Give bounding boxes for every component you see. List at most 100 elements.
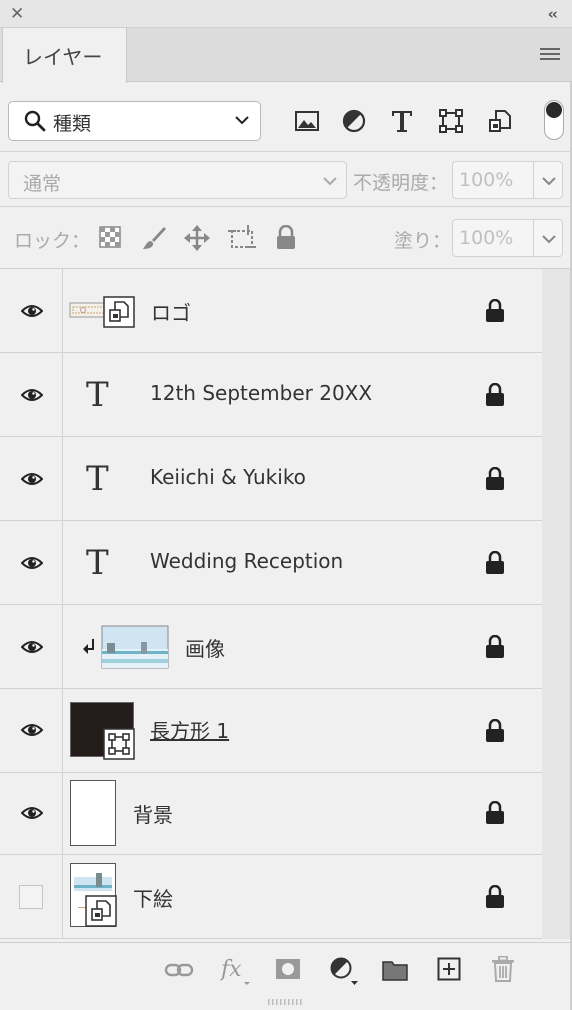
layer-name[interactable]: Wedding Reception bbox=[150, 549, 343, 573]
chevron-down-icon bbox=[542, 235, 556, 244]
adjustment-filter-icon[interactable] bbox=[341, 108, 367, 134]
layer-row[interactable]: T 12th September 20XX bbox=[0, 353, 542, 437]
chevron-down-icon bbox=[542, 177, 556, 186]
link-icon[interactable] bbox=[164, 960, 194, 980]
mask-icon[interactable] bbox=[275, 958, 301, 980]
blend-row: 通常 不透明度： 100% bbox=[0, 153, 572, 207]
lock-transparent-pixels-icon[interactable] bbox=[98, 225, 122, 249]
layer-name[interactable]: ロゴ bbox=[151, 297, 191, 326]
filter-kind-select[interactable]: 種類 bbox=[8, 101, 261, 141]
layer-name[interactable]: 長方形 1 bbox=[150, 715, 229, 744]
layer-name[interactable]: 背景 bbox=[133, 799, 173, 828]
visibility-toggle[interactable] bbox=[0, 687, 63, 772]
tab-layers[interactable]: レイヤー bbox=[2, 28, 127, 83]
smart-object-badge-icon bbox=[103, 296, 135, 328]
layer-name[interactable]: 下絵 bbox=[133, 883, 173, 912]
blend-mode-select[interactable]: 通常 bbox=[8, 161, 347, 199]
visibility-toggle[interactable] bbox=[0, 771, 63, 854]
lock-icon bbox=[486, 551, 504, 574]
fill-input[interactable]: 100% bbox=[452, 219, 534, 257]
opacity-input[interactable]: 100% bbox=[452, 161, 534, 199]
tab-row: レイヤー bbox=[0, 28, 572, 83]
chevron-down-icon bbox=[323, 177, 337, 186]
svg-text:fx: fx bbox=[220, 957, 242, 982]
filter-toggle-knob bbox=[546, 102, 562, 118]
visibility-toggle[interactable] bbox=[0, 521, 63, 604]
layers-list: ロゴ T 12th September 20XX T Keiichi & Yuk… bbox=[0, 269, 542, 939]
filter-row: 種類 bbox=[0, 82, 572, 152]
lock-row: ロック： 塗り： 100% bbox=[0, 208, 572, 269]
layer-row[interactable]: 画像 bbox=[0, 605, 542, 689]
smart-object-filter-icon[interactable] bbox=[487, 108, 513, 134]
eye-icon bbox=[21, 724, 43, 736]
layer-name[interactable]: Keiichi & Yukiko bbox=[150, 465, 306, 489]
visibility-toggle[interactable] bbox=[0, 855, 63, 938]
shape-filter-icon[interactable] bbox=[438, 108, 464, 134]
panel-titlebar: ✕ ‹‹ bbox=[0, 0, 572, 28]
chevron-down-icon bbox=[235, 116, 249, 125]
opacity-label: 不透明度： bbox=[353, 172, 449, 194]
fill-label: 塗り： bbox=[394, 230, 452, 252]
smart-object-badge-icon bbox=[85, 895, 117, 927]
layer-thumbnail bbox=[70, 780, 116, 846]
eye-icon bbox=[21, 473, 43, 485]
opacity-value: 100% bbox=[459, 169, 514, 191]
visibility-toggle[interactable] bbox=[0, 353, 63, 436]
layers-footer-toolbar: fx bbox=[0, 942, 572, 996]
lock-position-icon[interactable] bbox=[184, 225, 210, 251]
shape-badge-icon bbox=[103, 728, 135, 760]
eye-icon bbox=[21, 389, 43, 401]
close-icon[interactable]: ✕ bbox=[10, 4, 24, 24]
layer-name[interactable]: 12th September 20XX bbox=[150, 381, 372, 405]
layer-name[interactable]: 画像 bbox=[185, 633, 225, 662]
tab-label: レイヤー bbox=[23, 45, 103, 69]
lock-icon bbox=[486, 801, 504, 824]
layers-panel: ✕ ‹‹ レイヤー 種類 通常 不透明度： 100% ロック： 塗り： 100%… bbox=[0, 0, 572, 1010]
layer-row[interactable]: ロゴ bbox=[0, 269, 542, 353]
layer-row[interactable]: 下絵 bbox=[0, 855, 542, 939]
lock-label: ロック： bbox=[14, 230, 91, 252]
lock-icon bbox=[486, 383, 504, 406]
filter-kind-label: 種類 bbox=[53, 113, 92, 135]
text-layer-icon: T bbox=[86, 543, 109, 583]
trash-icon[interactable] bbox=[491, 956, 515, 982]
blend-mode-value: 通常 bbox=[23, 173, 62, 195]
scrollbar-track[interactable] bbox=[542, 269, 570, 939]
lock-icon bbox=[486, 299, 504, 322]
visibility-toggle[interactable] bbox=[0, 605, 63, 688]
fill-dropdown[interactable] bbox=[534, 219, 563, 257]
lock-artboard-icon[interactable] bbox=[228, 225, 256, 251]
layer-row[interactable]: 長方形 1 bbox=[0, 687, 542, 773]
lock-icon bbox=[486, 885, 504, 908]
search-icon bbox=[24, 110, 46, 132]
fx-icon[interactable]: fx bbox=[220, 955, 252, 987]
resize-grip-icon[interactable] bbox=[266, 998, 306, 1006]
eye-icon bbox=[21, 557, 43, 569]
type-filter-icon[interactable] bbox=[389, 108, 415, 134]
layer-row[interactable]: T Wedding Reception bbox=[0, 521, 542, 605]
lock-icon bbox=[486, 719, 504, 742]
lock-icon bbox=[486, 467, 504, 490]
new-layer-icon[interactable] bbox=[437, 957, 461, 981]
image-filter-icon[interactable] bbox=[294, 108, 320, 134]
eye-icon bbox=[21, 807, 43, 819]
lock-image-pixels-icon[interactable] bbox=[141, 225, 167, 251]
eye-icon bbox=[21, 305, 43, 317]
panel-menu-icon[interactable] bbox=[540, 48, 560, 62]
text-layer-icon: T bbox=[86, 375, 109, 415]
lock-all-icon[interactable] bbox=[275, 225, 297, 251]
hidden-checkbox bbox=[19, 885, 43, 909]
layer-row[interactable]: 背景 bbox=[0, 771, 542, 855]
opacity-dropdown[interactable] bbox=[534, 161, 563, 199]
adjustment-icon[interactable] bbox=[330, 957, 360, 987]
visibility-toggle[interactable] bbox=[0, 269, 63, 352]
filter-toggle[interactable] bbox=[544, 100, 564, 140]
folder-icon[interactable] bbox=[382, 959, 408, 981]
layer-row[interactable]: T Keiichi & Yukiko bbox=[0, 437, 542, 521]
visibility-toggle[interactable] bbox=[0, 437, 63, 520]
layer-thumbnail bbox=[101, 625, 169, 669]
clipping-mask-arrow-icon bbox=[83, 639, 94, 654]
text-layer-icon: T bbox=[86, 459, 109, 499]
collapse-icon[interactable]: ‹‹ bbox=[548, 4, 558, 24]
fill-value: 100% bbox=[459, 227, 514, 249]
